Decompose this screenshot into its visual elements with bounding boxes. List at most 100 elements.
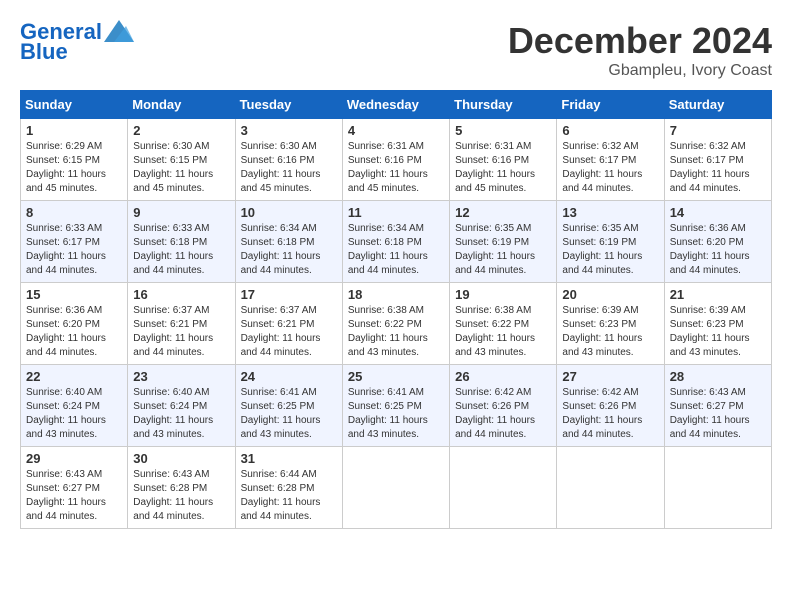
calendar-cell: 24 Sunrise: 6:41 AMSunset: 6:25 PMDayligh… (235, 365, 342, 447)
calendar-cell (450, 447, 557, 529)
day-of-week-header: Sunday (21, 91, 128, 119)
calendar-cell: 27 Sunrise: 6:42 AMSunset: 6:26 PMDayligh… (557, 365, 664, 447)
calendar-cell: 19Sunrise: 6:38 AMSunset: 6:22 PMDayligh… (450, 283, 557, 365)
day-info: Sunrise: 6:34 AMSunset: 6:18 PMDaylight:… (348, 223, 428, 276)
calendar-cell: 3 Sunrise: 6:30 AMSunset: 6:16 PMDaylight… (235, 119, 342, 201)
calendar-cell: 13 Sunrise: 6:35 AMSunset: 6:19 PMDayligh… (557, 201, 664, 283)
calendar-header-row: SundayMondayTuesdayWednesdayThursdayFrid… (21, 91, 772, 119)
day-info: Sunrise: 6:35 AMSunset: 6:19 PMDaylight:… (562, 223, 642, 276)
calendar-cell: 4 Sunrise: 6:31 AMSunset: 6:16 PMDaylight… (342, 119, 449, 201)
day-of-week-header: Thursday (450, 91, 557, 119)
calendar-table: SundayMondayTuesdayWednesdayThursdayFrid… (20, 90, 772, 529)
day-info: Sunrise: 6:37 AMSunset: 6:21 PMDaylight:… (133, 305, 213, 358)
logo: General Blue (20, 20, 134, 64)
day-of-week-header: Friday (557, 91, 664, 119)
day-of-week-header: Wednesday (342, 91, 449, 119)
calendar-cell: 1 Sunrise: 6:29 AMSunset: 6:15 PMDaylight… (21, 119, 128, 201)
day-number: 14 (670, 205, 766, 220)
day-info: Sunrise: 6:30 AMSunset: 6:15 PMDaylight:… (133, 141, 213, 194)
calendar-cell: 6 Sunrise: 6:32 AMSunset: 6:17 PMDaylight… (557, 119, 664, 201)
day-info: Sunrise: 6:42 AMSunset: 6:26 PMDaylight:… (455, 387, 535, 440)
logo-text-blue: Blue (20, 40, 68, 64)
day-number: 7 (670, 123, 766, 138)
day-info: Sunrise: 6:40 AMSunset: 6:24 PMDaylight:… (133, 387, 213, 440)
day-info: Sunrise: 6:32 AMSunset: 6:17 PMDaylight:… (562, 141, 642, 194)
day-number: 11 (348, 205, 444, 220)
day-info: Sunrise: 6:43 AMSunset: 6:27 PMDaylight:… (670, 387, 750, 440)
day-number: 8 (26, 205, 122, 220)
calendar-week-row: 8 Sunrise: 6:33 AMSunset: 6:17 PMDaylight… (21, 201, 772, 283)
day-info: Sunrise: 6:30 AMSunset: 6:16 PMDaylight:… (241, 141, 321, 194)
day-number: 2 (133, 123, 229, 138)
calendar-cell: 26 Sunrise: 6:42 AMSunset: 6:26 PMDayligh… (450, 365, 557, 447)
day-number: 16 (133, 287, 229, 302)
day-number: 22 (26, 369, 122, 384)
day-of-week-header: Saturday (664, 91, 771, 119)
calendar-cell: 16 Sunrise: 6:37 AMSunset: 6:21 PMDayligh… (128, 283, 235, 365)
day-info: Sunrise: 6:34 AMSunset: 6:18 PMDaylight:… (241, 223, 321, 276)
calendar-cell: 10 Sunrise: 6:34 AMSunset: 6:18 PMDayligh… (235, 201, 342, 283)
location: Gbampleu, Ivory Coast (508, 62, 772, 80)
day-number: 5 (455, 123, 551, 138)
day-number: 20 (562, 287, 658, 302)
day-number: 26 (455, 369, 551, 384)
calendar-cell: 25 Sunrise: 6:41 AMSunset: 6:25 PMDayligh… (342, 365, 449, 447)
day-info: Sunrise: 6:42 AMSunset: 6:26 PMDaylight:… (562, 387, 642, 440)
day-number: 12 (455, 205, 551, 220)
calendar-cell: 9 Sunrise: 6:33 AMSunset: 6:18 PMDaylight… (128, 201, 235, 283)
calendar-cell: 5 Sunrise: 6:31 AMSunset: 6:16 PMDaylight… (450, 119, 557, 201)
calendar-cell: 30Sunrise: 6:43 AMSunset: 6:28 PMDayligh… (128, 447, 235, 529)
day-number: 28 (670, 369, 766, 384)
calendar-cell: 12Sunrise: 6:35 AMSunset: 6:19 PMDayligh… (450, 201, 557, 283)
day-info: Sunrise: 6:40 AMSunset: 6:24 PMDaylight:… (26, 387, 106, 440)
day-number: 13 (562, 205, 658, 220)
day-number: 3 (241, 123, 337, 138)
calendar-week-row: 1 Sunrise: 6:29 AMSunset: 6:15 PMDaylight… (21, 119, 772, 201)
day-number: 15 (26, 287, 122, 302)
calendar-cell: 7Sunrise: 6:32 AMSunset: 6:17 PMDaylight… (664, 119, 771, 201)
calendar-cell: 20 Sunrise: 6:39 AMSunset: 6:23 PMDayligh… (557, 283, 664, 365)
calendar-cell: 11 Sunrise: 6:34 AMSunset: 6:18 PMDayligh… (342, 201, 449, 283)
day-number: 30 (133, 451, 229, 466)
day-info: Sunrise: 6:33 AMSunset: 6:18 PMDaylight:… (133, 223, 213, 276)
calendar-cell: 21 Sunrise: 6:39 AMSunset: 6:23 PMDayligh… (664, 283, 771, 365)
month-title: December 2024 (508, 20, 772, 62)
day-info: Sunrise: 6:31 AMSunset: 6:16 PMDaylight:… (455, 141, 535, 194)
calendar-cell: 2 Sunrise: 6:30 AMSunset: 6:15 PMDaylight… (128, 119, 235, 201)
day-number: 10 (241, 205, 337, 220)
day-number: 1 (26, 123, 122, 138)
calendar-week-row: 15Sunrise: 6:36 AMSunset: 6:20 PMDayligh… (21, 283, 772, 365)
day-info: Sunrise: 6:33 AMSunset: 6:17 PMDaylight:… (26, 223, 106, 276)
logo-icon (104, 20, 134, 42)
calendar-cell: 28 Sunrise: 6:43 AMSunset: 6:27 PMDayligh… (664, 365, 771, 447)
calendar-cell: 17 Sunrise: 6:37 AMSunset: 6:21 PMDayligh… (235, 283, 342, 365)
calendar-cell: 8 Sunrise: 6:33 AMSunset: 6:17 PMDaylight… (21, 201, 128, 283)
day-info: Sunrise: 6:29 AMSunset: 6:15 PMDaylight:… (26, 141, 106, 194)
day-number: 6 (562, 123, 658, 138)
calendar-cell (342, 447, 449, 529)
day-number: 9 (133, 205, 229, 220)
day-info: Sunrise: 6:41 AMSunset: 6:25 PMDaylight:… (348, 387, 428, 440)
day-number: 17 (241, 287, 337, 302)
page-header: General Blue December 2024 Gbampleu, Ivo… (20, 20, 772, 80)
day-info: Sunrise: 6:44 AMSunset: 6:28 PMDaylight:… (241, 469, 321, 522)
day-number: 31 (241, 451, 337, 466)
day-number: 24 (241, 369, 337, 384)
calendar-cell: 14Sunrise: 6:36 AMSunset: 6:20 PMDayligh… (664, 201, 771, 283)
day-number: 27 (562, 369, 658, 384)
day-info: Sunrise: 6:31 AMSunset: 6:16 PMDaylight:… (348, 141, 428, 194)
day-info: Sunrise: 6:39 AMSunset: 6:23 PMDaylight:… (562, 305, 642, 358)
day-number: 21 (670, 287, 766, 302)
calendar-cell: 22 Sunrise: 6:40 AMSunset: 6:24 PMDayligh… (21, 365, 128, 447)
day-number: 25 (348, 369, 444, 384)
day-info: Sunrise: 6:37 AMSunset: 6:21 PMDaylight:… (241, 305, 321, 358)
day-info: Sunrise: 6:39 AMSunset: 6:23 PMDaylight:… (670, 305, 750, 358)
calendar-cell: 23 Sunrise: 6:40 AMSunset: 6:24 PMDayligh… (128, 365, 235, 447)
day-number: 18 (348, 287, 444, 302)
day-number: 4 (348, 123, 444, 138)
calendar-cell: 29Sunrise: 6:43 AMSunset: 6:27 PMDayligh… (21, 447, 128, 529)
day-number: 23 (133, 369, 229, 384)
day-of-week-header: Monday (128, 91, 235, 119)
day-info: Sunrise: 6:41 AMSunset: 6:25 PMDaylight:… (241, 387, 321, 440)
calendar-cell (664, 447, 771, 529)
